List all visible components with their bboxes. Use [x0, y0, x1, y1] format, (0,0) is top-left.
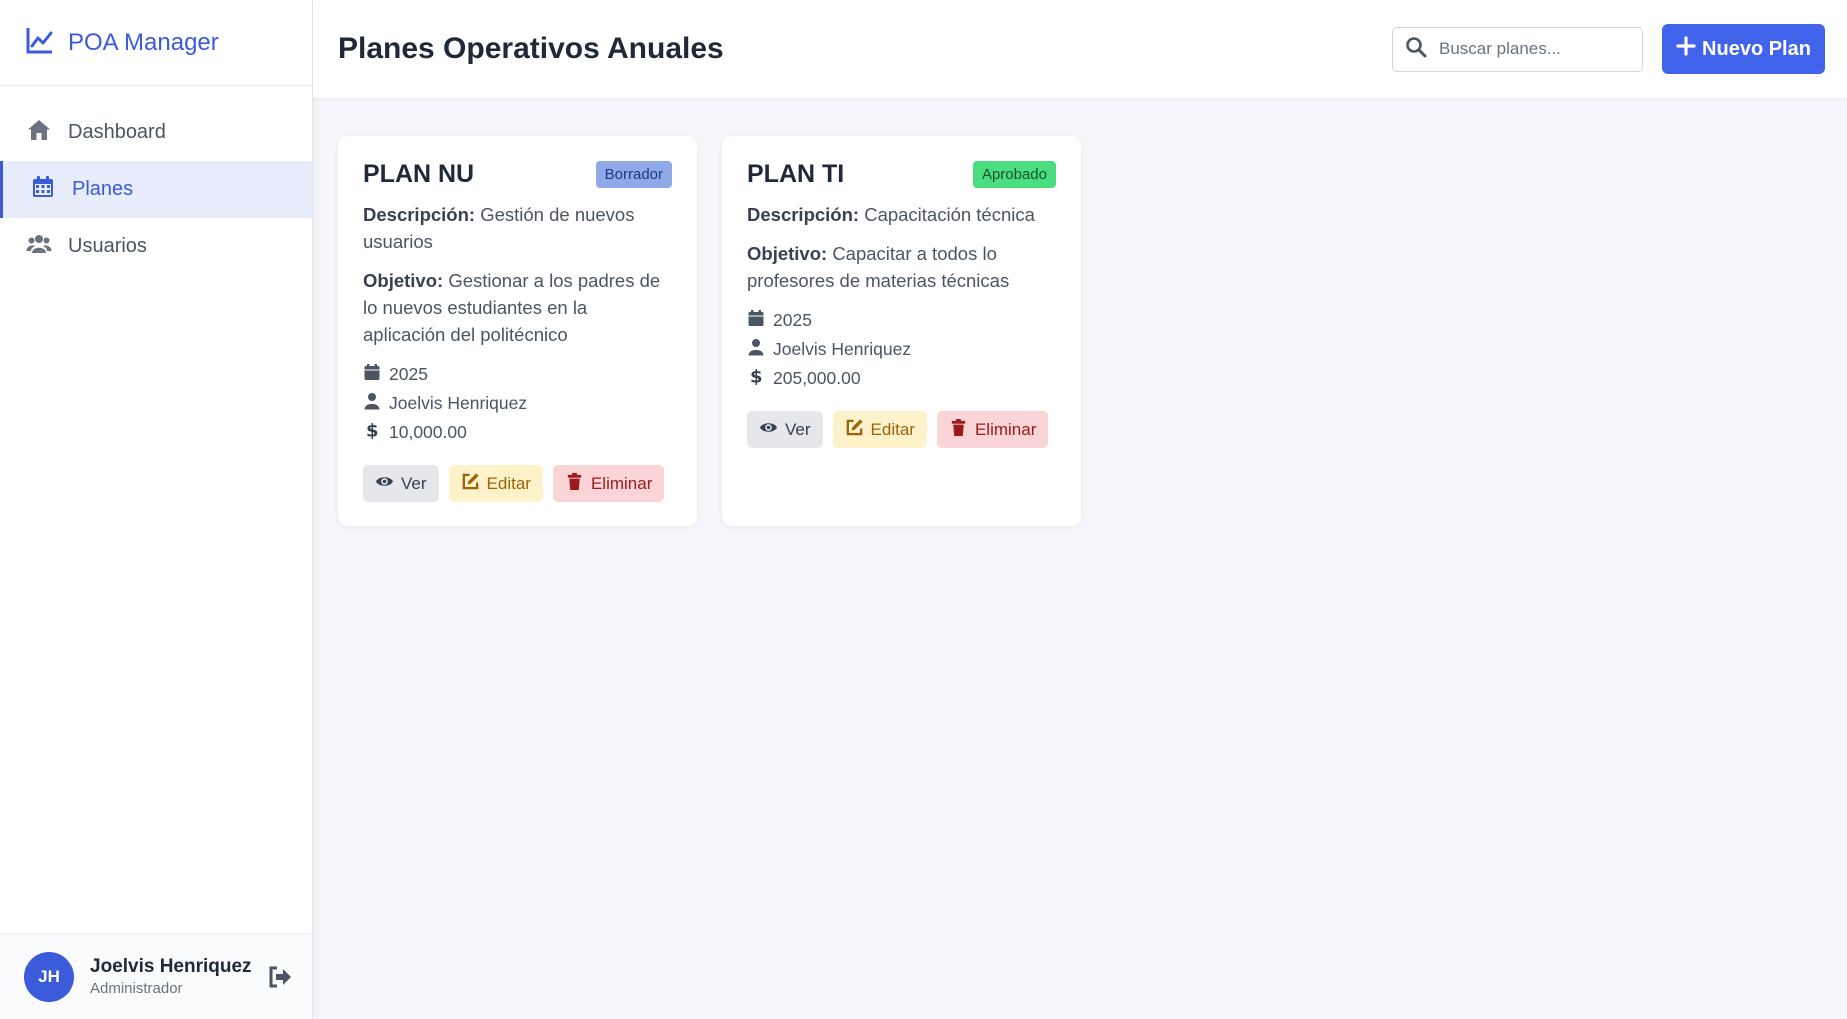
sidebar-item-label: Planes	[72, 178, 134, 200]
page-title: Planes Operativos Anuales	[338, 32, 724, 65]
topbar: Planes Operativos Anuales Nuevo Plan	[313, 0, 1847, 98]
year-value: 2025	[773, 310, 812, 330]
delete-label: Eliminar	[590, 473, 653, 493]
plan-card: PLAN TI Aprobado Descripción: Capacitaci…	[722, 136, 1081, 526]
search-box[interactable]	[1392, 26, 1643, 72]
description-label: Descripción:	[363, 204, 476, 225]
plan-objective: Objetivo: Capacitar a todos lo profesore…	[747, 240, 1056, 294]
edit-label: Editar	[486, 473, 531, 493]
plan-card: PLAN NU Borrador Descripción: Gestión de…	[338, 136, 697, 526]
sidebar: POA Manager Dashboard Planes Usuarios JH…	[0, 0, 313, 1019]
plan-title: PLAN NU	[363, 160, 475, 188]
search-input[interactable]	[1439, 39, 1629, 59]
sidebar-item-planes[interactable]: Planes	[0, 161, 312, 218]
objective-label: Objetivo:	[747, 243, 828, 264]
sidebar-item-label: Dashboard	[68, 121, 166, 143]
edit-button[interactable]: Editar	[832, 411, 927, 448]
delete-label: Eliminar	[974, 419, 1037, 439]
description-label: Descripción:	[747, 204, 860, 225]
view-button[interactable]: Ver	[363, 465, 439, 502]
plus-icon	[1676, 36, 1702, 62]
search-icon	[1405, 36, 1427, 63]
avatar: JH	[24, 951, 74, 1002]
plan-year: 2025	[363, 360, 672, 389]
eye-icon	[375, 472, 401, 496]
eye-icon	[759, 418, 785, 442]
app-root: POA Manager Dashboard Planes Usuarios JH…	[0, 0, 1847, 1019]
plan-amount: $ 10,000.00	[363, 418, 672, 447]
main-area: Planes Operativos Anuales Nuevo Plan PLA…	[313, 0, 1847, 1019]
plan-card-header: PLAN NU Borrador	[363, 160, 672, 189]
sidebar-item-label: Usuarios	[68, 235, 147, 257]
plans-grid: PLAN NU Borrador Descripción: Gestión de…	[313, 98, 1847, 564]
owner-value: Joelvis Henriquez	[773, 339, 912, 359]
dollar-icon: $	[747, 367, 773, 390]
plan-card-header: PLAN TI Aprobado	[747, 160, 1056, 189]
sidebar-item-dashboard[interactable]: Dashboard	[0, 104, 312, 161]
edit-button[interactable]: Editar	[448, 465, 543, 502]
brand[interactable]: POA Manager	[0, 0, 312, 86]
delete-button[interactable]: Eliminar	[552, 465, 665, 502]
users-icon	[26, 231, 52, 263]
calendar-icon	[747, 309, 773, 332]
view-button[interactable]: Ver	[747, 411, 823, 448]
app-name: POA Manager	[68, 28, 219, 56]
sidebar-item-usuarios[interactable]: Usuarios	[0, 218, 312, 275]
home-icon	[26, 117, 52, 149]
logout-icon[interactable]	[266, 963, 294, 991]
plan-year: 2025	[747, 306, 1056, 335]
calendar-icon	[30, 174, 56, 206]
plan-title: PLAN TI	[747, 160, 845, 188]
calendar-icon	[363, 363, 389, 386]
dollar-icon: $	[363, 421, 389, 444]
edit-icon	[461, 472, 487, 496]
plan-actions: Ver Editar Eliminar	[747, 411, 1056, 448]
edit-label: Editar	[870, 419, 915, 439]
amount-value: 205,000.00	[773, 368, 861, 388]
view-label: Ver	[785, 419, 811, 439]
user-icon	[363, 392, 389, 415]
edit-icon	[845, 418, 871, 442]
plan-amount: $ 205,000.00	[747, 364, 1056, 393]
user-icon	[747, 338, 773, 361]
status-badge: Aprobado	[972, 161, 1056, 188]
view-label: Ver	[401, 473, 427, 493]
svg-text:$: $	[366, 421, 379, 439]
trash-icon	[565, 472, 591, 496]
plan-objective: Objetivo: Gestionar a los padres de lo n…	[363, 267, 672, 348]
objective-label: Objetivo:	[363, 270, 444, 291]
amount-value: 10,000.00	[389, 422, 467, 442]
plan-description: Descripción: Capacitación técnica	[747, 201, 1056, 228]
chart-line-icon	[24, 24, 56, 61]
plan-owner: Joelvis Henriquez	[363, 389, 672, 418]
svg-text:$: $	[750, 367, 763, 385]
plan-actions: Ver Editar Eliminar	[363, 465, 672, 502]
user-name: Joelvis Henriquez	[90, 956, 252, 977]
user-info: Joelvis Henriquez Administrador	[90, 956, 252, 997]
plan-description: Descripción: Gestión de nuevos usuarios	[363, 201, 672, 255]
description-value: Capacitación técnica	[864, 204, 1035, 225]
new-plan-button[interactable]: Nuevo Plan	[1662, 24, 1825, 74]
status-badge: Borrador	[595, 161, 672, 188]
new-plan-label: Nuevo Plan	[1702, 37, 1811, 60]
trash-icon	[949, 418, 975, 442]
plan-owner: Joelvis Henriquez	[747, 335, 1056, 364]
sidebar-nav: Dashboard Planes Usuarios	[0, 86, 312, 933]
owner-value: Joelvis Henriquez	[389, 393, 528, 413]
user-role: Administrador	[90, 980, 183, 997]
year-value: 2025	[389, 364, 428, 384]
delete-button[interactable]: Eliminar	[936, 411, 1049, 448]
user-panel: JH Joelvis Henriquez Administrador	[0, 933, 312, 1019]
